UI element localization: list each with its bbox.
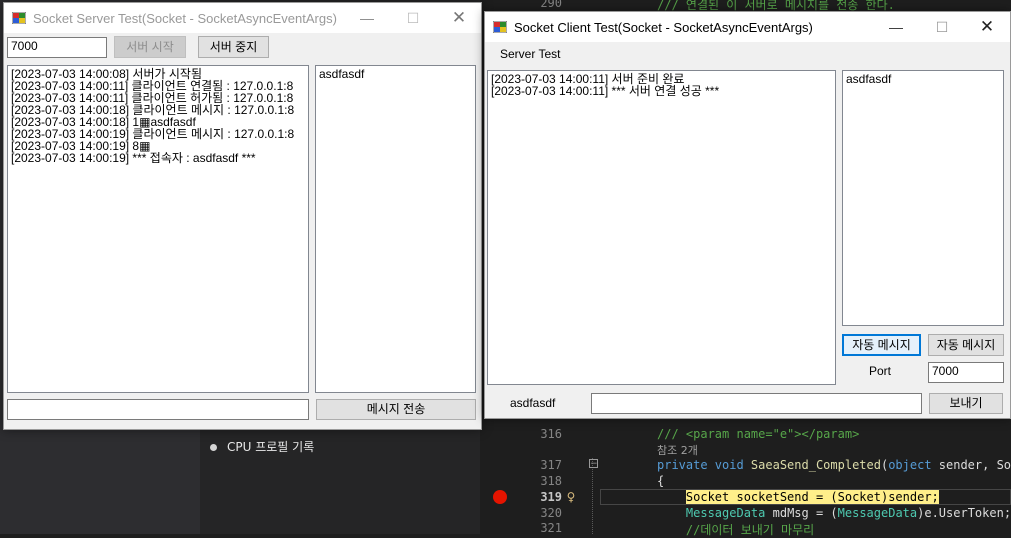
user-list-item[interactable]: asdfasdf bbox=[846, 73, 1000, 85]
send-button[interactable]: 보내기 bbox=[929, 393, 1003, 414]
bullet-icon bbox=[210, 444, 217, 451]
app-icon bbox=[12, 12, 26, 24]
cpu-profile-label: CPU 프로필 기록 bbox=[227, 440, 315, 454]
minimize-icon[interactable]: — bbox=[873, 12, 919, 42]
client-user-list[interactable]: asdfasdf bbox=[842, 70, 1004, 326]
code-lens-references[interactable]: 참조 2개 bbox=[657, 442, 698, 458]
line-number: 321 bbox=[540, 521, 562, 535]
port-label: Port bbox=[869, 364, 892, 378]
menu-server-test[interactable]: Server Test bbox=[500, 47, 560, 61]
client-titlebar[interactable]: Socket Client Test(Socket - SocketAsyncE… bbox=[485, 12, 1010, 42]
port-input[interactable]: 7000 bbox=[7, 37, 107, 58]
code-line-318: { bbox=[657, 474, 665, 488]
app-icon bbox=[493, 21, 507, 33]
auto-message-button-1[interactable]: 자동 메시지 bbox=[842, 334, 921, 356]
code-line-316: /// <param name="e"></param> bbox=[657, 427, 860, 441]
indent-guide bbox=[592, 458, 600, 534]
log-line: [2023-07-03 14:00:11] *** 서버 연결 성공 *** bbox=[491, 84, 720, 98]
client-message-input[interactable] bbox=[591, 393, 922, 414]
close-icon[interactable]: ✕ bbox=[436, 3, 482, 33]
client-window-title: Socket Client Test(Socket - SocketAsyncE… bbox=[514, 20, 813, 35]
maximize-icon[interactable]: ☐ bbox=[390, 3, 436, 33]
close-icon[interactable]: ✕ bbox=[964, 12, 1010, 42]
client-log-list[interactable]: [2023-07-03 14:00:11] 서버 준비 완료 [2023-07-… bbox=[487, 70, 836, 385]
code-line-317: private void SaeaSend_Completed(object s… bbox=[657, 458, 1011, 472]
log-line: [2023-07-03 14:00:19] *** 접속자 : asdfasdf… bbox=[11, 151, 256, 165]
line-number: 316 bbox=[540, 427, 562, 441]
client-port-input[interactable]: 7000 bbox=[928, 362, 1004, 383]
minimize-icon[interactable]: — bbox=[344, 3, 390, 33]
line-number: 290 bbox=[540, 0, 562, 10]
lightbulb-icon[interactable]: ♀ bbox=[565, 490, 577, 504]
collapse-icon[interactable]: − bbox=[589, 459, 598, 469]
code-line-319: Socket socketSend = (Socket)sender; bbox=[685, 490, 939, 504]
user-list-item[interactable]: asdfasdf bbox=[319, 68, 472, 80]
send-message-button[interactable]: 메시지 전송 bbox=[316, 399, 476, 420]
line-number: 319 bbox=[540, 490, 562, 504]
server-window-title: Socket Server Test(Socket - SocketAsyncE… bbox=[33, 11, 337, 26]
cpu-profile-item[interactable]: CPU 프로필 기록 bbox=[210, 438, 314, 458]
maximize-icon[interactable]: ☐ bbox=[919, 12, 965, 42]
stop-server-button[interactable]: 서버 중지 bbox=[198, 36, 269, 58]
server-titlebar[interactable]: Socket Server Test(Socket - SocketAsyncE… bbox=[4, 3, 481, 33]
server-message-input[interactable] bbox=[7, 399, 309, 420]
server-window: Socket Server Test(Socket - SocketAsyncE… bbox=[3, 2, 482, 430]
line-number: 318 bbox=[540, 474, 562, 488]
server-user-list[interactable]: asdfasdf bbox=[315, 65, 476, 393]
server-log-list[interactable]: [2023-07-03 14:00:08] 서버가 시작됨 [2023-07-0… bbox=[7, 65, 309, 393]
user-name-label: asdfasdf bbox=[510, 396, 556, 410]
line-number: 317 bbox=[540, 458, 562, 472]
code-line-321: //데이터 보내기 마무리 bbox=[657, 523, 815, 537]
auto-message-button-2[interactable]: 자동 메시지 bbox=[928, 334, 1004, 356]
code-line-320: MessageData mdMsg = (MessageData)e.UserT… bbox=[685, 506, 1011, 520]
client-window: Socket Client Test(Socket - SocketAsyncE… bbox=[484, 11, 1011, 419]
breakpoint-icon[interactable] bbox=[493, 490, 507, 504]
start-server-button[interactable]: 서버 시작 bbox=[114, 36, 186, 58]
line-number: 320 bbox=[540, 506, 562, 520]
